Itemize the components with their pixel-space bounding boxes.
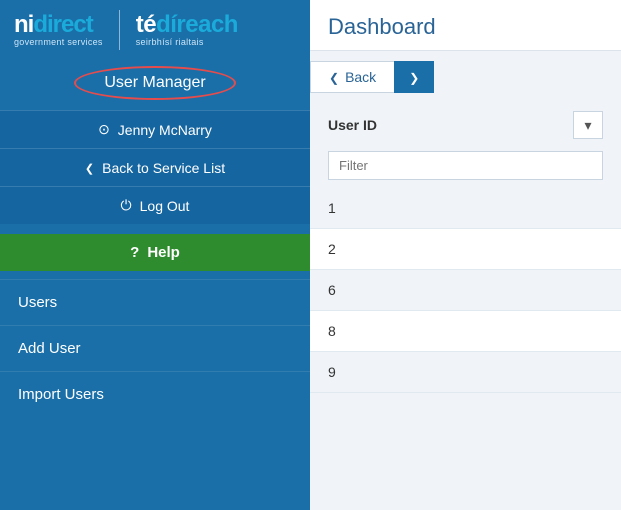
sidebar: nidirect government services tédíreach s…: [0, 0, 310, 510]
user-id-column-header: User ID: [328, 117, 573, 133]
back-label: Back to Service List: [102, 160, 225, 176]
logo-area: nidirect government services tédíreach s…: [0, 0, 310, 58]
sidebar-menu: Users Add User Import Users: [0, 279, 310, 417]
dashboard-title: Dashboard: [328, 14, 603, 40]
person-icon: [98, 121, 110, 138]
help-label: Help: [147, 244, 180, 261]
user-name-label: Jenny McNarry: [118, 122, 212, 138]
help-button[interactable]: Help: [0, 234, 310, 271]
logo-divider: [119, 10, 120, 50]
te-direach-logo: tédíreach seirbhísí rialtais: [136, 12, 238, 48]
sidebar-item-import-users[interactable]: Import Users: [0, 371, 310, 417]
user-id-value: 2: [328, 241, 336, 257]
user-id-value: 6: [328, 282, 336, 298]
back-to-service-list-button[interactable]: Back to Service List: [0, 148, 310, 186]
user-manager-area: User Manager: [0, 58, 310, 110]
seirbhisi-label: seirbhísí rialtais: [136, 38, 238, 48]
back-nav-label: Back: [345, 69, 376, 85]
ni-direct-wordmark: nidirect: [14, 12, 103, 38]
user-manager-title: User Manager: [74, 66, 235, 100]
add-user-label: Add User: [18, 340, 81, 357]
table-header-row: User ID: [310, 103, 621, 147]
filter-row: [310, 147, 621, 188]
back-chevron-icon: [329, 69, 339, 85]
dashboard-header: Dashboard: [310, 0, 621, 51]
users-label: Users: [18, 294, 57, 311]
data-rows: 1 2 6 8 9: [310, 188, 621, 393]
back-icon: [85, 159, 94, 176]
forward-nav-button[interactable]: [394, 61, 434, 93]
table-row: 6: [310, 270, 621, 311]
user-id-value: 1: [328, 200, 336, 216]
column-dropdown-button[interactable]: [573, 111, 603, 139]
logout-icon: [121, 197, 132, 214]
sidebar-item-add-user[interactable]: Add User: [0, 325, 310, 371]
main-content: Dashboard Back User ID 1: [310, 0, 621, 510]
nidirect-logo: nidirect government services: [14, 12, 103, 48]
import-users-label: Import Users: [18, 386, 104, 403]
chevron-down-icon: [584, 117, 591, 134]
table-row: 2: [310, 229, 621, 270]
direach-text: díreach: [156, 11, 238, 38]
logout-button[interactable]: Log Out: [0, 186, 310, 224]
ni-text: nidirect: [14, 11, 93, 38]
top-nav-bar: Back: [310, 61, 621, 93]
te-direach-wordmark: tédíreach: [136, 12, 238, 38]
nav-buttons: Jenny McNarry Back to Service List Log O…: [0, 110, 310, 271]
user-id-value: 9: [328, 364, 336, 380]
te-text: té: [136, 11, 156, 38]
table-row: 1: [310, 188, 621, 229]
forward-chevron-icon: [409, 69, 419, 85]
back-nav-button[interactable]: Back: [310, 61, 394, 93]
user-profile-button[interactable]: Jenny McNarry: [0, 110, 310, 148]
govt-label: government services: [14, 38, 103, 48]
help-icon: [130, 244, 139, 261]
sidebar-item-users[interactable]: Users: [0, 279, 310, 325]
logout-label: Log Out: [140, 198, 190, 214]
table-row: 9: [310, 352, 621, 393]
table-row: 8: [310, 311, 621, 352]
filter-input[interactable]: [328, 151, 603, 180]
user-id-value: 8: [328, 323, 336, 339]
table-area: User ID 1 2 6 8 9: [310, 93, 621, 510]
